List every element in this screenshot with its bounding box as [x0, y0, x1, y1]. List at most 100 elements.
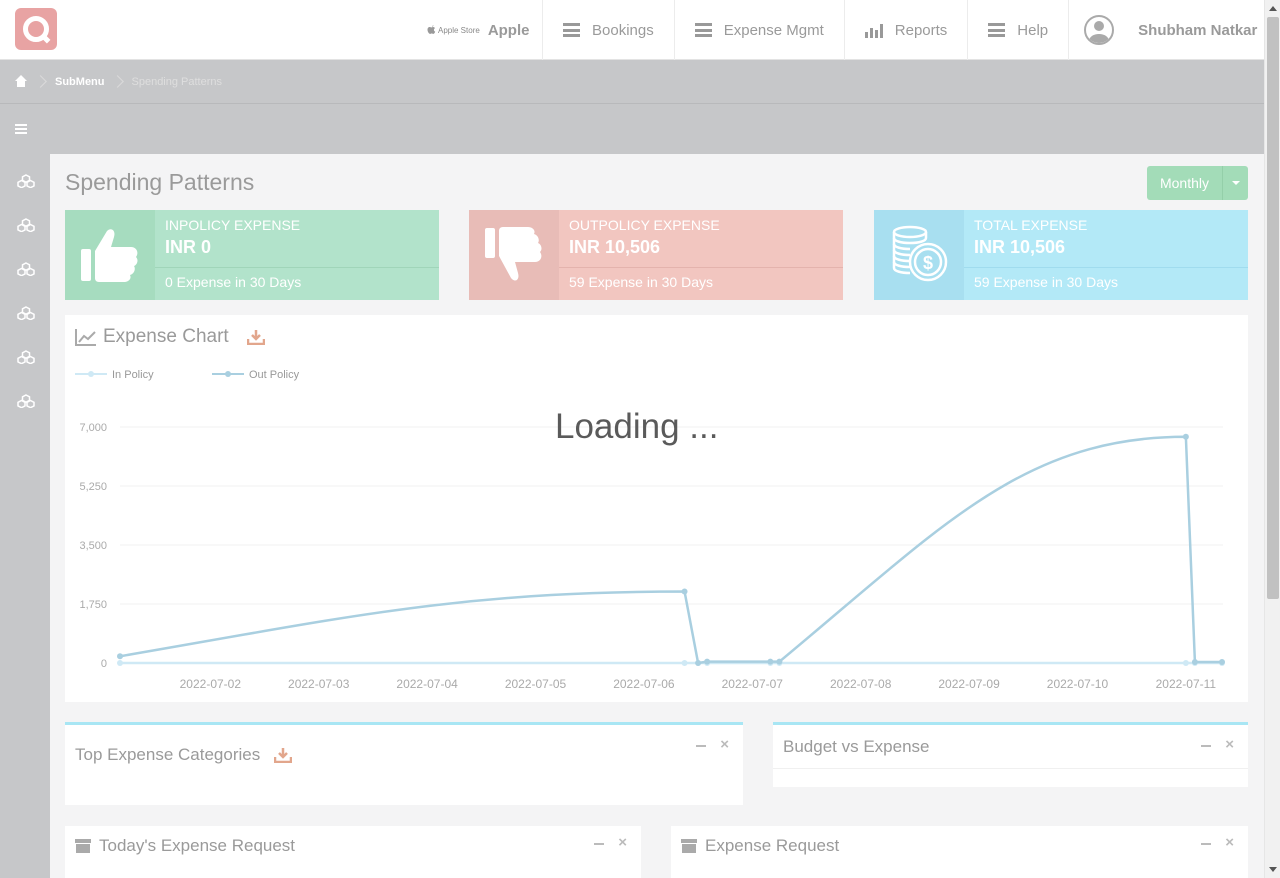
chevron-right-icon	[110, 75, 124, 88]
inpolicy-label: INPOLICY EXPENSE	[165, 217, 301, 233]
period-dropdown[interactable]: Monthly	[1147, 166, 1248, 200]
expense-chart-panel: In Policy Out Policy 0 1,750 3,500 5,250 7,000…	[65, 315, 1248, 702]
panel-header: Expense Request	[681, 836, 839, 856]
scroll-down-arrow-icon[interactable]	[1269, 867, 1277, 872]
close-icon[interactable]: ×	[618, 835, 627, 850]
x-tick-label: 2022-07-10	[1047, 677, 1109, 691]
panel-title: Budget vs Expense	[783, 737, 930, 756]
nav-bookings[interactable]: Bookings	[542, 0, 674, 60]
user-name: Shubham Natkar	[1138, 21, 1258, 39]
budget-vs-expense-panel: Budget vs Expense ×	[773, 722, 1248, 787]
nav-help-label: Help	[1017, 21, 1049, 39]
breadcrumb-submenu[interactable]: SubMenu	[55, 76, 105, 88]
nav-reports[interactable]: Reports	[843, 0, 968, 60]
close-icon[interactable]: ×	[1225, 737, 1234, 752]
total-stat-card: $ TOTAL EXPENSE INR 10,506 59 Expense in…	[874, 210, 1248, 300]
series-point	[681, 660, 688, 666]
sidebar-cubes-icon[interactable]	[17, 174, 35, 188]
panel-title: Expense Request	[705, 836, 840, 855]
scroll-thumb[interactable]	[1267, 17, 1279, 599]
series-line	[119, 435, 1222, 665]
series-point	[776, 658, 783, 665]
hamburger-menu-icon[interactable]	[15, 124, 27, 134]
home-icon[interactable]	[14, 74, 28, 89]
chart-header: Expense Chart	[75, 325, 265, 349]
x-tick-label: 2022-07-08	[830, 677, 892, 691]
top-header: Apple Store Apple Bookings Expense Mgmt …	[0, 0, 1264, 60]
inpolicy-value: INR 0	[165, 237, 212, 257]
nav-expense-mgmt[interactable]: Expense Mgmt	[673, 0, 844, 60]
nav-bookings-label: Bookings	[592, 21, 654, 39]
outpolicy-sub: 59 Expense in 30 Days	[569, 274, 713, 290]
inpolicy-sub: 0 Expense in 30 Days	[165, 274, 302, 290]
series-point	[704, 658, 711, 665]
breadcrumb-current: Spending Patterns	[131, 75, 223, 88]
sidebar-cubes-icon[interactable]	[17, 218, 35, 232]
panel-title: Today's Expense Request	[99, 836, 296, 855]
left-sidebar	[0, 154, 50, 878]
minimize-icon[interactable]	[1201, 745, 1212, 747]
avatar	[1084, 15, 1115, 45]
y-tick-label: 3,500	[79, 540, 107, 552]
x-tick-label: 2022-07-02	[180, 677, 242, 691]
page-scrollbar[interactable]	[1264, 0, 1280, 878]
series-point	[1191, 658, 1198, 665]
panel-title: Top Expense Categories	[75, 745, 261, 764]
series-point	[681, 588, 688, 595]
minimize-icon[interactable]	[1201, 843, 1212, 845]
outpolicy-value: INR 10,506	[569, 237, 661, 257]
y-tick-label: 5,250	[79, 481, 107, 493]
chevron-right-icon	[34, 75, 47, 88]
breadcrumb: SubMenu Spending Patterns	[0, 60, 1264, 104]
apple-icon	[427, 25, 436, 34]
sidebar-cubes-icon[interactable]	[17, 394, 35, 408]
download-icon[interactable]	[246, 329, 265, 345]
minimize-icon[interactable]	[696, 745, 707, 747]
x-tick-label: 2022-07-07	[722, 677, 784, 691]
total-sub: 59 Expense in 30 Days	[974, 274, 1118, 290]
expense-chart: In Policy Out Policy 0 1,750 3,500 5,250 7,000…	[75, 369, 1225, 691]
minimize-icon[interactable]	[594, 843, 605, 845]
panel-tools: ×	[594, 835, 627, 850]
series-point	[767, 658, 774, 665]
panel-header: Budget vs Expense	[783, 737, 929, 757]
chevron-down-icon[interactable]	[1222, 166, 1248, 200]
archive-icon	[681, 839, 697, 853]
panel-header: Top Expense Categories	[75, 745, 293, 765]
panel-tools: ×	[696, 737, 729, 752]
close-icon[interactable]: ×	[1225, 835, 1234, 850]
scroll-up-arrow-icon[interactable]	[1269, 6, 1277, 11]
thumbs-up-icon	[81, 229, 138, 282]
company-name: Apple	[487, 21, 530, 39]
sidebar-cubes-icon[interactable]	[17, 262, 35, 276]
close-icon[interactable]: ×	[720, 737, 729, 752]
thumbs-down-icon	[485, 227, 542, 281]
x-tick-label: 2022-07-03	[288, 677, 350, 691]
legend-marker	[225, 371, 231, 377]
sidebar-cubes-icon[interactable]	[17, 306, 35, 320]
x-tick-label: 2022-07-11	[1156, 677, 1217, 691]
list-icon	[563, 23, 580, 37]
series-point	[695, 660, 702, 666]
nav-reports-label: Reports	[894, 21, 948, 39]
user-menu[interactable]: Shubham Natkar	[1068, 0, 1257, 60]
todays-expense-request-panel: Today's Expense Request ×	[65, 826, 641, 878]
period-label: Monthly	[1159, 175, 1210, 191]
legend-label: Out Policy	[249, 369, 300, 381]
total-label: TOTAL EXPENSE	[974, 217, 1088, 233]
series-point	[1182, 433, 1189, 440]
x-tick-label: 2022-07-04	[396, 677, 458, 691]
line-chart-icon	[75, 329, 96, 346]
page-title: Spending Patterns	[65, 169, 255, 195]
outpolicy-stat-card: OUTPOLICY EXPENSE INR 10,506 59 Expense …	[469, 210, 843, 300]
inpolicy-stat-card: INPOLICY EXPENSE INR 0 0 Expense in 30 D…	[65, 210, 439, 300]
company-switcher[interactable]: Apple Store Apple	[427, 0, 529, 60]
nav-expense-mgmt-label: Expense Mgmt	[723, 21, 824, 39]
panel-header: Today's Expense Request	[75, 836, 295, 856]
nav-help[interactable]: Help	[967, 0, 1068, 60]
download-icon[interactable]	[274, 747, 293, 763]
series-point	[117, 653, 123, 660]
app-logo[interactable]	[15, 8, 57, 50]
y-tick-label: 7,000	[79, 422, 107, 434]
sidebar-cubes-icon[interactable]	[17, 350, 35, 364]
